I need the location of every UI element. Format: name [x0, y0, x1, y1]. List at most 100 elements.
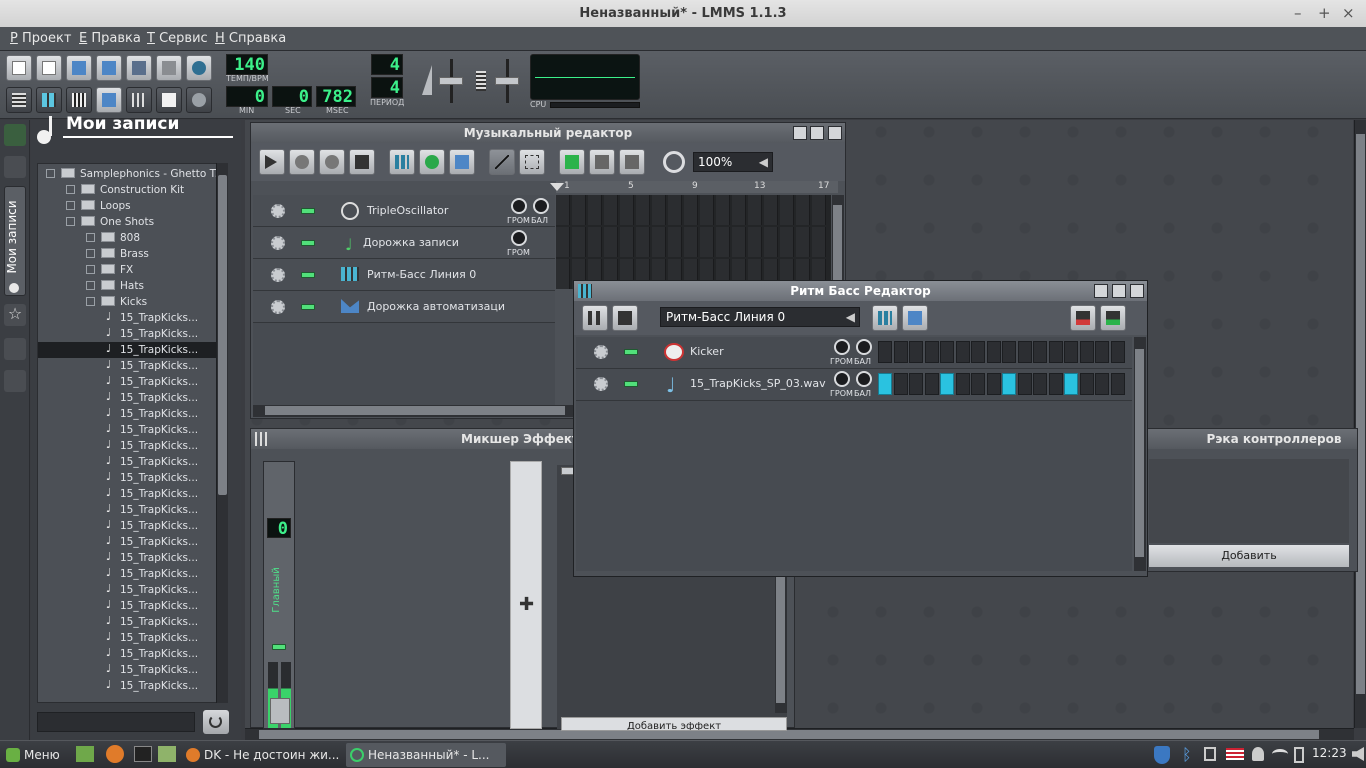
computer-tab[interactable] [4, 370, 26, 392]
step-button[interactable] [1002, 373, 1016, 395]
pattern-grid-cell[interactable] [620, 195, 634, 225]
menu-project[interactable]: Р Проект [10, 31, 71, 46]
bb-pattern-combobox[interactable]: Ритм-Басс Линия 0 ◀ [660, 307, 860, 327]
zoom-combobox[interactable]: 100% ◀ [693, 152, 773, 172]
master-pitch-slider[interactable] [492, 59, 522, 103]
menu-tools[interactable]: Т Сервис [147, 31, 208, 46]
save-project-button[interactable] [126, 55, 152, 81]
tree-file-row[interactable]: ♩ 15_TrapKicks... [38, 406, 226, 422]
step-button[interactable] [955, 341, 970, 363]
controller-rack-toggle[interactable] [186, 87, 212, 113]
keyboard-layout-flag-icon[interactable] [1226, 748, 1244, 760]
bb-play-pause-button[interactable] [582, 305, 608, 331]
export-project-button[interactable] [156, 55, 182, 81]
tree-folder-row[interactable]: One Shots [38, 214, 226, 230]
tree-file-row[interactable]: ♩ 15_TrapKicks... [38, 614, 226, 630]
tree-file-row[interactable]: ♩ 15_TrapKicks... [38, 518, 226, 534]
step-button[interactable] [971, 373, 985, 395]
step-button[interactable] [940, 341, 954, 363]
expand-toggle-icon[interactable] [86, 280, 95, 290]
pattern-grid-cell[interactable] [732, 195, 746, 225]
tree-file-row[interactable]: ♩ 15_TrapKicks... [38, 678, 226, 694]
browser-scrollbar[interactable] [216, 163, 228, 703]
root-directory-tab[interactable] [4, 124, 26, 146]
stop-button[interactable] [349, 149, 375, 175]
song-editor-titlebar[interactable]: Музыкальный редактор [251, 123, 845, 143]
pattern-grid-cell[interactable] [652, 227, 666, 257]
step-button[interactable] [986, 341, 1001, 363]
bb-editor-vscroll[interactable] [1134, 337, 1146, 571]
add-effect-button[interactable]: Добавить эффект [561, 717, 787, 731]
my-recordings-tab[interactable]: Мои записи [4, 186, 26, 296]
step-button[interactable] [1048, 341, 1063, 363]
volume-icon[interactable] [1352, 747, 1364, 761]
expand-toggle-icon[interactable] [86, 248, 95, 258]
tree-folder-row[interactable]: Kicks [38, 294, 226, 310]
trash-icon[interactable] [1204, 747, 1216, 761]
pattern-grid-cell[interactable] [748, 195, 762, 225]
track-row[interactable]: TripleOscillator ГРОМ БАЛ [253, 195, 555, 227]
step-button[interactable] [893, 373, 908, 395]
channel-fader[interactable] [270, 698, 290, 724]
volume-knob[interactable] [511, 198, 527, 214]
workspace-vscroll[interactable] [1354, 120, 1366, 728]
track-name[interactable]: 15_TrapKicks_SP_03.wav [690, 377, 826, 390]
bb-add-bb-track-button[interactable] [872, 305, 898, 331]
expand-toggle-icon[interactable] [86, 232, 95, 242]
song-editor-minimize[interactable] [793, 126, 807, 140]
pattern-grid-cell[interactable] [572, 227, 586, 257]
step-button[interactable] [878, 373, 892, 395]
step-button[interactable] [909, 341, 923, 363]
step-button[interactable] [1048, 373, 1063, 395]
master-volume-slider[interactable] [436, 59, 466, 103]
tree-file-row[interactable]: ♩ 15_TrapKicks... [38, 438, 226, 454]
bb-editor-close[interactable] [1130, 284, 1144, 298]
firefox-icon[interactable] [106, 745, 124, 763]
channel-mute-led[interactable] [272, 644, 286, 650]
pattern-grid-cell[interactable] [668, 227, 682, 257]
step-button[interactable] [924, 373, 939, 395]
step-button[interactable] [878, 341, 892, 363]
pattern-grid-cell[interactable] [556, 259, 570, 289]
edit-mode-button[interactable] [519, 149, 545, 175]
pattern-grid-cell[interactable] [588, 195, 602, 225]
song-editor-toggle[interactable] [6, 87, 32, 113]
step-button[interactable] [986, 373, 1001, 395]
panning-knob[interactable] [533, 198, 549, 214]
song-editor-close[interactable] [828, 126, 842, 140]
new-project-button[interactable] [6, 55, 32, 81]
pattern-grid-cell[interactable] [700, 195, 714, 225]
gear-icon[interactable] [271, 204, 285, 218]
favorites-tab[interactable]: ☆ [4, 304, 26, 326]
track-name[interactable]: Ритм-Басс Линия 0 [367, 268, 476, 281]
expand-toggle-icon[interactable] [66, 184, 75, 194]
bb-add-automation-track-button[interactable] [902, 305, 928, 331]
mute-led[interactable] [301, 272, 315, 278]
piano-roll-toggle[interactable] [66, 87, 92, 113]
show-desktop-icon[interactable] [76, 746, 94, 762]
track-name[interactable]: Kicker [690, 345, 724, 358]
tree-file-row[interactable]: ♩ 15_TrapKicks... [38, 630, 226, 646]
step-button[interactable] [1033, 373, 1047, 395]
stop-behavior-button[interactable] [619, 149, 645, 175]
step-button[interactable] [1079, 373, 1094, 395]
automation-editor-toggle[interactable] [96, 87, 122, 113]
expand-toggle-icon[interactable] [86, 264, 95, 274]
pattern-grid-cell[interactable] [796, 227, 810, 257]
battery-icon[interactable] [1294, 747, 1304, 763]
terminal-icon[interactable] [134, 746, 152, 762]
oscilloscope[interactable] [530, 54, 640, 100]
gear-icon[interactable] [271, 236, 285, 250]
track-name[interactable]: TripleOscillator [367, 204, 448, 217]
gear-icon[interactable] [271, 268, 285, 282]
step-button[interactable] [909, 373, 923, 395]
pattern-grid-cell[interactable] [796, 195, 810, 225]
clock[interactable]: 12:23 [1312, 746, 1347, 760]
loop-points-button[interactable] [589, 149, 615, 175]
tree-folder-row[interactable]: Loops [38, 198, 226, 214]
recent-projects-button[interactable] [96, 55, 122, 81]
pattern-grid-cell[interactable] [780, 195, 794, 225]
taskbar-task-lmms[interactable]: Неназванный* - L... [346, 743, 506, 767]
playhead-marker[interactable] [550, 183, 564, 191]
expand-toggle-icon[interactable] [46, 168, 55, 178]
